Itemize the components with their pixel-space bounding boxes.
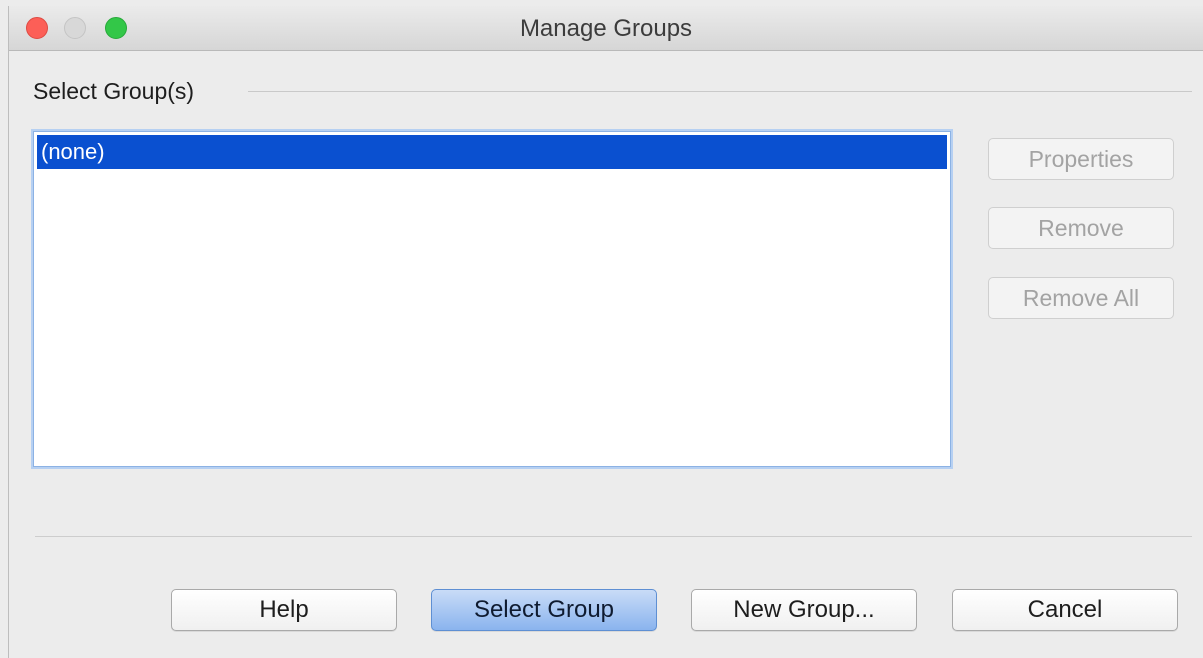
select-groups-label: Select Group(s) <box>33 78 195 104</box>
window-title: Manage Groups <box>519 15 693 42</box>
help-button[interactable]: Help <box>171 589 397 631</box>
new-group-button[interactable]: New Group... <box>691 589 917 631</box>
remove-button[interactable]: Remove <box>988 207 1174 249</box>
remove-all-button[interactable]: Remove All <box>988 277 1174 319</box>
manage-groups-dialog: Manage Groups Select Group(s) (none) Pro… <box>8 6 1203 658</box>
list-item-none[interactable]: (none) <box>37 135 947 169</box>
group-section-divider <box>248 91 1192 92</box>
title-bar: Manage Groups <box>9 6 1203 51</box>
groups-list[interactable]: (none) <box>33 131 951 467</box>
cancel-button[interactable]: Cancel <box>952 589 1178 631</box>
select-group-button[interactable]: Select Group <box>431 589 657 631</box>
properties-button[interactable]: Properties <box>988 138 1174 180</box>
footer-divider <box>35 536 1192 537</box>
